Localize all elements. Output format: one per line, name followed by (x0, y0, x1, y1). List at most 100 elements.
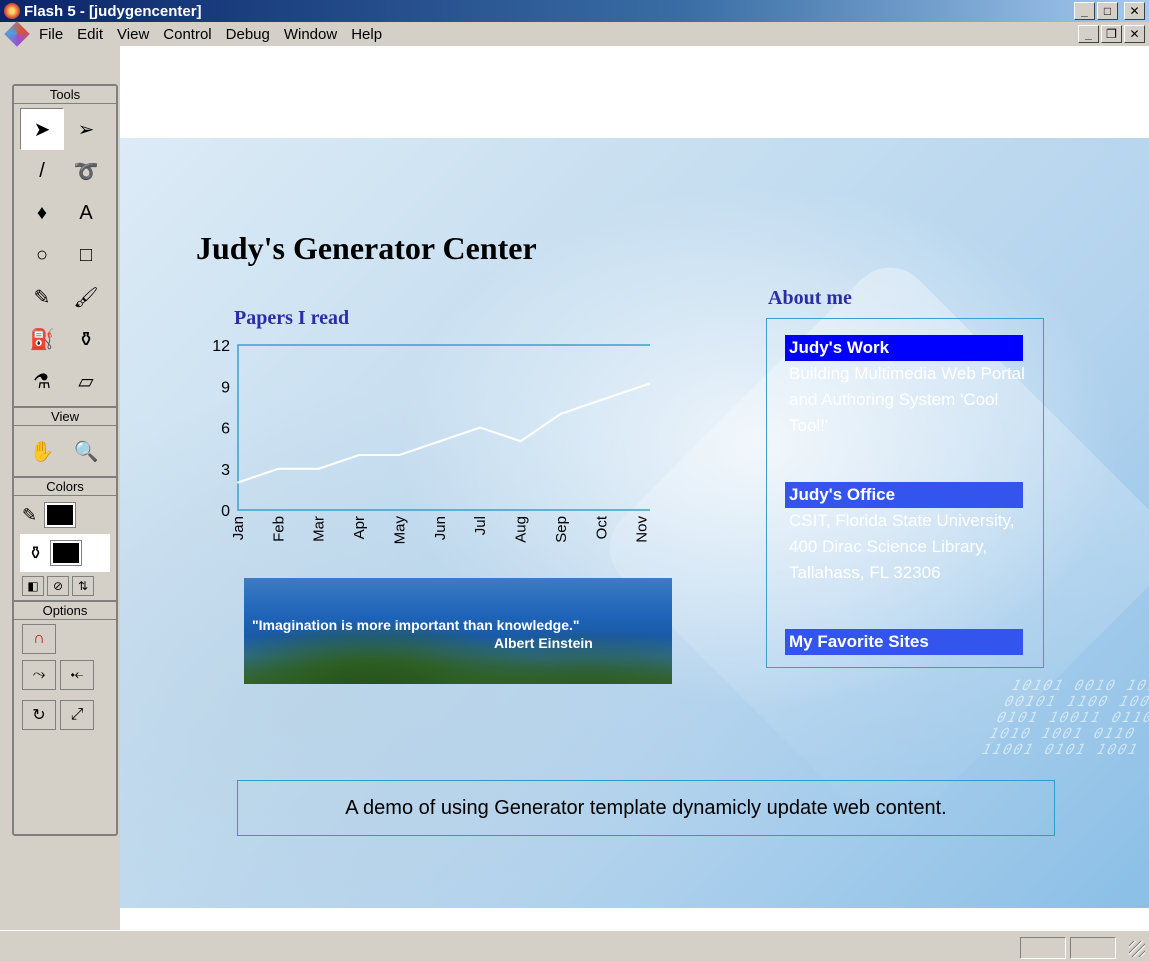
title-bar: Flash 5 - [judygencenter] _ □ ✕ (0, 0, 1149, 22)
data-point (438, 440, 441, 443)
x-tick-label: Nov (634, 516, 650, 543)
view-section: View ✋ 🔍 (14, 408, 116, 478)
data-point (317, 467, 320, 470)
tools-section: Tools ➤ ➢ / ➰ ♦ A ○ □ ✎ 🖌 ⛽ ⚱ ⚗ ▱ (14, 86, 116, 408)
resize-grip-icon[interactable] (1129, 941, 1145, 957)
x-tick-label: Jan (230, 516, 247, 540)
rotate-scale-row: ↻ ⤢ (14, 698, 116, 732)
scale-icon[interactable]: ⤢ (60, 700, 94, 730)
menu-debug[interactable]: Debug (219, 26, 277, 43)
data-point (479, 426, 482, 429)
doc-close-button[interactable]: ✕ (1124, 25, 1145, 43)
smooth-icon[interactable]: ⤳ (22, 660, 56, 690)
menu-view[interactable]: View (110, 26, 156, 43)
tools-section-title: Tools (14, 86, 116, 104)
view-section-title: View (14, 408, 116, 426)
swap-colors-icon[interactable]: ⇅ (72, 576, 94, 596)
maximize-button[interactable]: □ (1097, 2, 1118, 20)
about-me-box: Judy's Work Building Multimedia Web Port… (766, 318, 1044, 668)
papers-line-chart: 036912JanFebMarAprMayJunJulAugSepOctNovD… (212, 338, 650, 545)
office-text: CSIT, Florida State University, 400 Dira… (789, 511, 1015, 582)
status-panel-1 (1020, 937, 1066, 959)
about-title: About me (768, 287, 852, 309)
hand-tool-icon[interactable]: ✋ (20, 430, 64, 472)
pencil-tool-icon[interactable]: ✎ (20, 276, 64, 318)
options-section: Options ∩ ⤳ ⤝ ↻ ⤢ (14, 602, 116, 732)
chart-title: Papers I read (234, 307, 350, 329)
data-point (277, 467, 280, 470)
menu-window[interactable]: Window (277, 26, 344, 43)
menu-control[interactable]: Control (156, 26, 218, 43)
menu-file[interactable]: File (32, 26, 70, 43)
text-tool-icon[interactable]: A (64, 192, 108, 234)
x-tick-label: Jul (472, 516, 489, 535)
stroke-color-row: ✎ (14, 496, 116, 534)
straighten-icon[interactable]: ⤝ (60, 660, 94, 690)
brush-tool-icon[interactable]: 🖌 (64, 276, 108, 318)
quote-author: Albert Einstein (494, 635, 593, 651)
data-point (640, 385, 643, 388)
tools-grid: ➤ ➢ / ➰ ♦ A ○ □ ✎ 🖌 ⛽ ⚱ ⚗ ▱ (14, 104, 116, 406)
status-panel-2 (1070, 937, 1116, 959)
dropper-tool-icon[interactable]: ⚗ (20, 360, 64, 402)
lasso-tool-icon[interactable]: ➰ (64, 150, 108, 192)
ink-bottle-tool-icon[interactable]: ⛽ (20, 318, 64, 360)
zoom-tool-icon[interactable]: 🔍 (64, 430, 108, 472)
view-tools-grid: ✋ 🔍 (14, 426, 116, 476)
subselect-tool-icon[interactable]: ➢ (64, 108, 108, 150)
document-window-controls: _ ❐ ✕ (1078, 25, 1145, 43)
menu-bar: File Edit View Control Debug Window Help… (0, 21, 1149, 47)
x-tick-label: May (391, 516, 408, 545)
fill-color-row: ⚱ (20, 534, 110, 572)
doc-minimize-button[interactable]: _ (1078, 25, 1099, 43)
status-bar (0, 930, 1149, 961)
einstein-quote-banner: "Imagination is more important than know… (244, 578, 672, 684)
oval-tool-icon[interactable]: ○ (20, 234, 64, 276)
papers-series-line (237, 382, 650, 484)
minimize-button[interactable]: _ (1074, 2, 1095, 20)
paint-bucket-tool-icon[interactable]: ⚱ (64, 318, 108, 360)
data-point (559, 412, 562, 415)
arrow-tool-icon[interactable]: ➤ (20, 108, 64, 150)
work-heading: Judy's Work (785, 335, 1023, 361)
y-tick-label: 12 (212, 338, 230, 355)
favorite-sites-heading[interactable]: My Favorite Sites (785, 629, 1023, 655)
stroke-color-icon: ✎ (22, 504, 38, 525)
rotate-icon[interactable]: ↻ (22, 700, 56, 730)
default-colors-icon[interactable]: ◧ (22, 576, 44, 596)
eraser-tool-icon[interactable]: ▱ (64, 360, 108, 402)
x-tick-label: Aug (513, 516, 530, 543)
rectangle-tool-icon[interactable]: □ (64, 234, 108, 276)
demo-description-box: A demo of using Generator template dynam… (237, 780, 1055, 836)
snap-magnet-icon[interactable]: ∩ (22, 624, 56, 654)
line-tool-icon[interactable]: / (20, 150, 64, 192)
colors-section: Colors ✎ ⚱ ◧ ⊘ ⇅ (14, 478, 116, 602)
menu-help[interactable]: Help (344, 26, 389, 43)
stage-canvas[interactable]: 10101 0010 1011 00101 1100 10011 0101 10… (120, 46, 1149, 930)
y-tick-label: 0 (221, 503, 230, 520)
flash-app-icon (4, 3, 20, 19)
fill-color-icon: ⚱ (28, 542, 44, 563)
y-tick-label: 6 (221, 421, 230, 438)
close-button[interactable]: ✕ (1124, 2, 1145, 20)
document-icon[interactable] (4, 21, 30, 47)
pen-tool-icon[interactable]: ♦ (20, 192, 64, 234)
data-point (519, 440, 522, 443)
stroke-color-swatch[interactable] (44, 502, 77, 528)
y-tick-label: 3 (221, 462, 230, 479)
doc-restore-button[interactable]: ❐ (1101, 25, 1122, 43)
no-color-icon[interactable]: ⊘ (47, 576, 69, 596)
toolbox-panel: Tools ➤ ➢ / ➰ ♦ A ○ □ ✎ 🖌 ⛽ ⚱ ⚗ ▱ View ✋ 🔍 Colors ✎ ⚱ … (12, 84, 118, 836)
data-point (237, 481, 239, 484)
fill-color-swatch[interactable] (50, 540, 83, 566)
menu-edit[interactable]: Edit (70, 26, 110, 43)
x-tick-label: Feb (270, 516, 287, 542)
x-tick-label: Mar (311, 516, 328, 542)
office-heading: Judy's Office (785, 482, 1023, 508)
color-buttons: ◧ ⊘ ⇅ (14, 572, 116, 600)
work-text: Building Multimedia Web Portal and Autho… (789, 364, 1025, 435)
x-tick-label: Apr (351, 516, 368, 539)
window-controls: _ □ ✕ (1074, 2, 1145, 20)
smooth-straighten-row: ⤳ ⤝ (14, 658, 116, 692)
data-point (358, 454, 361, 456)
